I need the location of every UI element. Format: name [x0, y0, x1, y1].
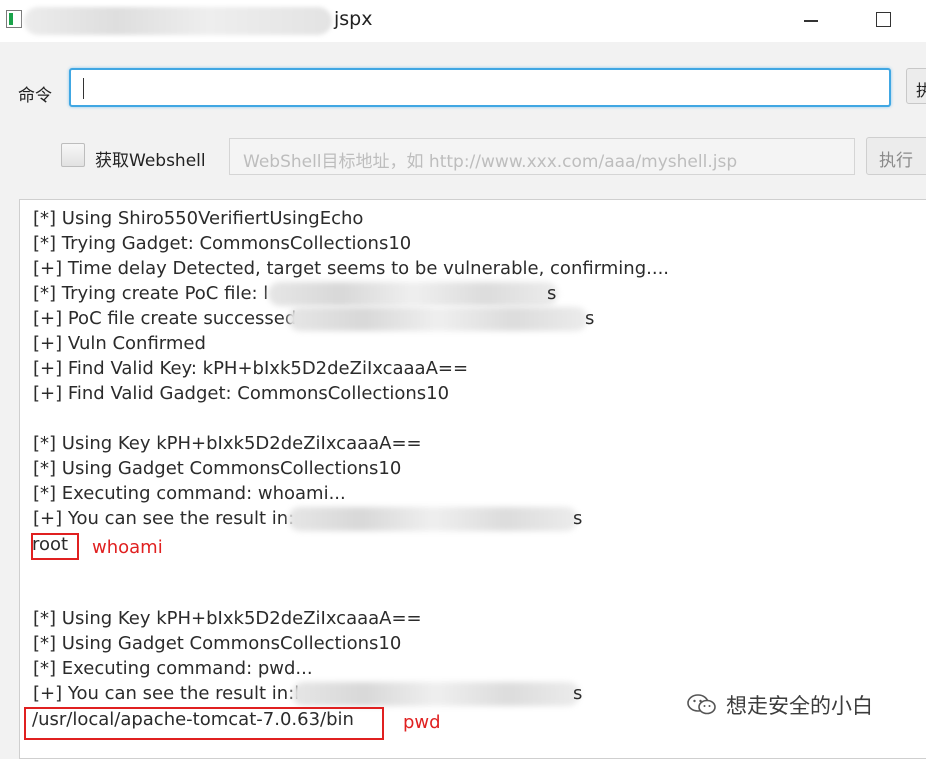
pwd-annotation: pwd	[403, 712, 441, 733]
log-line: [+] Find Valid Gadget: CommonsCollection…	[33, 383, 450, 404]
redacted-path	[268, 282, 558, 306]
command-input[interactable]	[69, 68, 891, 107]
get-webshell-label: 获取Webshell	[95, 151, 206, 171]
log-line: [+] You can see the result in:	[33, 508, 295, 529]
highlight-box	[31, 533, 79, 560]
exec-button[interactable]: 执行	[866, 137, 926, 175]
execute-command-button[interactable]: 执	[906, 68, 926, 104]
maximize-icon[interactable]	[876, 12, 891, 27]
redacted-path	[288, 507, 578, 531]
log-line: [*] Using Shiro550VerifiertUsingEcho	[33, 208, 364, 229]
log-line: [*] Executing command: whoami...	[33, 483, 346, 504]
log-line: [*] Trying Gadget: CommonsCollections10	[33, 233, 412, 254]
text-caret	[83, 78, 84, 99]
log-line: [*] Trying create PoC file: l	[33, 283, 269, 304]
log-line-tail: s	[573, 508, 583, 529]
watermark-text: 想走安全的小白	[726, 694, 873, 718]
log-line: [*] Using Gadget CommonsCollections10	[33, 458, 402, 479]
window-title: jspx	[334, 8, 373, 30]
minimize-icon[interactable]	[804, 20, 818, 22]
title-bar: jspx	[0, 0, 926, 42]
log-line: [*] Using Key kPH+bIxk5D2deZiIxcaaaA==	[33, 608, 422, 629]
log-line: [+] You can see the result in:l	[33, 683, 300, 704]
log-line-tail: s	[547, 283, 557, 304]
get-webshell-checkbox[interactable]	[61, 143, 85, 167]
redacted-path	[292, 682, 580, 706]
command-label: 命令	[18, 86, 52, 106]
log-line: [+] Time delay Detected, target seems to…	[33, 258, 670, 279]
highlight-box	[24, 707, 384, 740]
output-console[interactable]: [*] Using Shiro550VerifiertUsingEcho [*]…	[19, 199, 926, 759]
log-line-tail: s	[585, 308, 595, 329]
log-line: [+] PoC file create successed	[33, 308, 297, 329]
redacted-path	[288, 307, 588, 331]
log-line: [*] Executing command: pwd...	[33, 658, 313, 679]
log-line: [+] Vuln Confirmed	[33, 333, 206, 354]
redacted-title	[24, 7, 332, 35]
log-line: [*] Using Gadget CommonsCollections10	[33, 633, 402, 654]
log-line: [+] Find Valid Key: kPH+bIxk5D2deZiIxcaa…	[33, 358, 469, 379]
log-line: [*] Using Key kPH+bIxk5D2deZiIxcaaaA==	[33, 433, 422, 454]
app-icon	[6, 10, 22, 28]
log-line-tail: s	[573, 683, 583, 704]
whoami-annotation: whoami	[92, 537, 163, 558]
webshell-url-input[interactable]: WebShell目标地址，如 http://www.xxx.com/aaa/my…	[229, 138, 855, 175]
watermark: 想走安全的小白	[686, 690, 873, 720]
wechat-icon	[686, 694, 718, 716]
